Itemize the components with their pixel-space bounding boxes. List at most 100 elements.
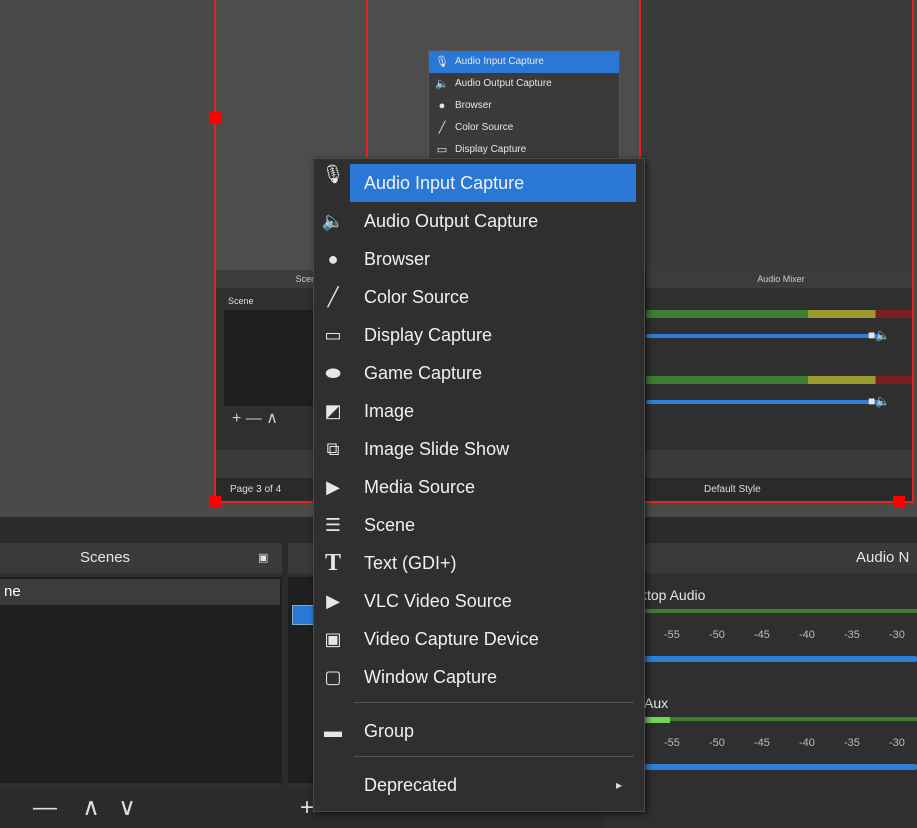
menu-item-audio-input-capture[interactable]: Audio Input Capture bbox=[350, 164, 636, 202]
play-icon: ▶ bbox=[326, 477, 340, 497]
folder-icon: ▬ bbox=[324, 721, 342, 741]
menu-item-label: Scene bbox=[364, 515, 416, 535]
menu-item-image-slide-show[interactable]: ⧉ Image Slide Show bbox=[314, 430, 644, 468]
text-icon: T bbox=[324, 550, 341, 576]
menu-item-image[interactable]: ◩ Image bbox=[314, 392, 644, 430]
chevron-right-icon: ▸ bbox=[615, 778, 622, 792]
menu-separator bbox=[354, 756, 634, 757]
slideshow-icon: ⧉ bbox=[326, 439, 340, 459]
mic-icon: 🎙 bbox=[321, 164, 345, 184]
speaker-icon: ■🔈 bbox=[868, 394, 891, 408]
menu-item-media-source[interactable]: ▶ Media Source bbox=[314, 468, 644, 506]
tick-label: -50 bbox=[709, 629, 725, 641]
resize-handle[interactable] bbox=[209, 496, 221, 508]
inner-context-menu: 🎙 Audio Input Capture 🔈 Audio Output Cap… bbox=[428, 50, 620, 164]
menu-item-group[interactable]: ▬ Group bbox=[314, 712, 644, 750]
inner-volume-slider-2 bbox=[646, 400, 881, 404]
window-icon: ▢ bbox=[324, 667, 342, 687]
inner-meter-1 bbox=[646, 310, 912, 318]
move-up-button[interactable]: ∧ bbox=[76, 788, 106, 828]
tick-label: -55 bbox=[664, 737, 680, 749]
inner-menu-label: Audio Output Capture bbox=[455, 78, 552, 89]
tick-label: -40 bbox=[799, 629, 815, 641]
resize-handle[interactable] bbox=[893, 496, 905, 508]
inner-menu-item: ● Browser bbox=[429, 95, 619, 117]
tick-label: -40 bbox=[799, 737, 815, 749]
speaker-icon: 🔈 bbox=[321, 211, 345, 231]
inner-style-label: Default Style bbox=[704, 484, 761, 495]
resize-handle[interactable] bbox=[209, 112, 221, 124]
inner-scene-toolbar: + — ∧ bbox=[232, 410, 278, 427]
brush-icon: ╱ bbox=[438, 122, 446, 134]
inner-meter-2 bbox=[646, 376, 912, 384]
inner-scene-label: Scene bbox=[228, 296, 254, 306]
menu-item-scene[interactable]: ☰ Scene bbox=[314, 506, 644, 544]
volume-slider[interactable] bbox=[644, 764, 917, 770]
move-down-button[interactable]: ∨ bbox=[112, 788, 142, 828]
tick-label: -50 bbox=[709, 737, 725, 749]
menu-item-color-source[interactable]: ╱ Color Source bbox=[314, 278, 644, 316]
menu-item-label: Game Capture bbox=[364, 363, 483, 383]
inner-menu-label: Browser bbox=[455, 100, 492, 111]
speaker-icon: 🔈 bbox=[435, 78, 449, 90]
menu-item-label: Media Source bbox=[364, 477, 476, 497]
speaker-icon: ■🔈 bbox=[868, 328, 891, 342]
tick-label: -30 bbox=[889, 629, 905, 641]
channel-name: Aux bbox=[644, 695, 669, 711]
menu-item-text-gdi[interactable]: T Text (GDI+) bbox=[314, 544, 644, 582]
globe-icon: ● bbox=[327, 249, 339, 269]
menu-item-label: Video Capture Device bbox=[364, 629, 539, 649]
monitor-icon: ▭ bbox=[324, 325, 342, 345]
menu-item-label: Color Source bbox=[364, 287, 470, 307]
scenes-panel: Scenes ▣ ne — ∧ ∨ bbox=[0, 543, 282, 828]
inner-scene-list bbox=[224, 310, 314, 406]
inner-scenes-header: Scen bbox=[216, 270, 322, 288]
menu-item-display-capture[interactable]: ▭ Display Capture bbox=[314, 316, 644, 354]
remove-scene-button[interactable]: — bbox=[30, 788, 60, 828]
mixer-title: Audio N bbox=[856, 549, 910, 566]
menu-item-browser[interactable]: ● Browser bbox=[314, 240, 644, 278]
menu-item-label: Browser bbox=[364, 249, 431, 269]
inner-menu-label: Audio Input Capture bbox=[455, 56, 544, 67]
menu-item-label: Audio Input Capture bbox=[364, 173, 525, 193]
menu-item-window-capture[interactable]: ▢ Window Capture bbox=[314, 658, 644, 696]
image-icon: ◩ bbox=[324, 401, 342, 421]
menu-item-label: Image Slide Show bbox=[364, 439, 510, 459]
menu-item-label: Image bbox=[364, 401, 415, 421]
float-dock-icon[interactable]: ▣ bbox=[258, 543, 268, 573]
list-item[interactable]: ne bbox=[0, 579, 280, 605]
scenes-toolbar: — ∧ ∨ bbox=[0, 788, 282, 828]
inner-menu-item: 🔈 Audio Output Capture bbox=[429, 73, 619, 95]
scenes-list[interactable] bbox=[0, 577, 282, 783]
menu-item-game-capture[interactable]: ⬬ Game Capture bbox=[314, 354, 644, 392]
menu-item-video-capture-device[interactable]: ▣ Video Capture Device bbox=[314, 620, 644, 658]
mic-icon: 🎙 bbox=[435, 56, 449, 68]
inner-menu-item: 🎙 Audio Input Capture bbox=[429, 51, 619, 73]
tick-label: -45 bbox=[754, 629, 770, 641]
meter-scale: -55 -50 -45 -40 -35 -30 bbox=[664, 629, 917, 641]
channel-name: ktop Audio bbox=[640, 587, 706, 603]
menu-item-label: Window Capture bbox=[364, 667, 498, 687]
volume-slider[interactable] bbox=[644, 656, 917, 662]
scenes-title: Scenes bbox=[80, 549, 131, 566]
camera-icon: ▣ bbox=[324, 629, 342, 649]
audio-meter-level bbox=[644, 717, 670, 723]
scenes-header: Scenes ▣ bbox=[0, 543, 282, 573]
menu-item-label: Audio Output Capture bbox=[364, 211, 539, 231]
tick-label: -55 bbox=[664, 629, 680, 641]
inner-mixer-header: Audio Mixer bbox=[646, 270, 912, 288]
menu-separator bbox=[354, 702, 634, 703]
menu-item-label: Text (GDI+) bbox=[364, 553, 457, 573]
tick-label: -30 bbox=[889, 737, 905, 749]
tick-label: -35 bbox=[844, 737, 860, 749]
meter-scale: -55 -50 -45 -40 -35 -30 bbox=[664, 737, 917, 749]
menu-item-label: Group bbox=[364, 721, 415, 741]
tick-label: -45 bbox=[754, 737, 770, 749]
inner-page-label: Page 3 of 4 bbox=[230, 484, 282, 495]
menu-item-vlc-video-source[interactable]: ▶ VLC Video Source bbox=[314, 582, 644, 620]
inner-menu-label: Color Source bbox=[455, 122, 514, 133]
audio-meter bbox=[644, 717, 917, 721]
menu-item-audio-output-capture[interactable]: 🔈 Audio Output Capture bbox=[314, 202, 644, 240]
brush-icon: ╱ bbox=[327, 287, 339, 307]
menu-item-deprecated[interactable]: Deprecated ▸ bbox=[314, 766, 644, 804]
